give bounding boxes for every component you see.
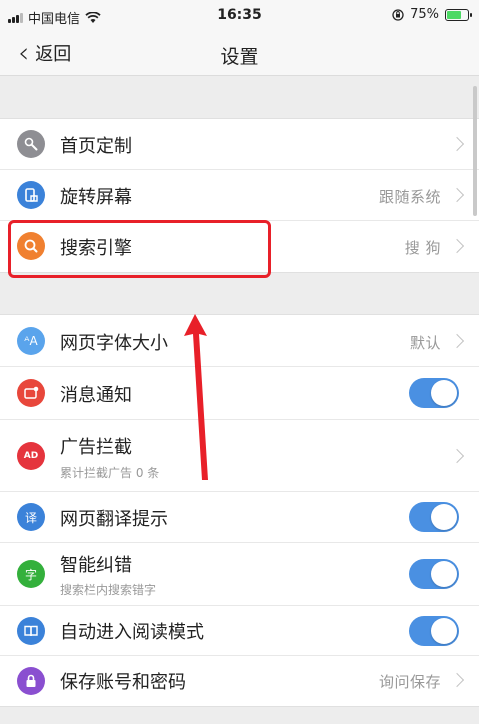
correction-icon: 字: [17, 560, 45, 588]
settings-row-save-password[interactable]: 保存账号和密码 询问保存: [0, 656, 479, 706]
battery-percent: 75%: [410, 7, 439, 22]
chevron-right-icon: [449, 672, 465, 688]
lock-icon: [17, 667, 45, 695]
row-subtitle: 搜索栏内搜索错字: [60, 583, 157, 597]
row-label: 自动进入阅读模式: [60, 622, 204, 643]
status-bar: 中国电信 16:35 75%: [0, 0, 479, 32]
battery-info: 75%: [392, 7, 472, 22]
settings-row-ad-block[interactable]: AD 广告拦截 累计拦截广告 0 条: [0, 420, 479, 492]
chevron-right-icon: [449, 333, 465, 349]
book-icon: [17, 617, 45, 645]
ad-block-icon: AD: [17, 442, 45, 470]
icon-glyph: ᴬA: [24, 334, 38, 348]
row-value: 询问保存: [378, 673, 441, 691]
settings-row-translate[interactable]: 译 网页翻译提示: [0, 492, 479, 543]
translate-icon: 译: [17, 503, 45, 531]
navigation-bar: ‹ 返回 设置: [0, 32, 479, 76]
settings-row-font-size[interactable]: ᴬA 网页字体大小 默认: [0, 315, 479, 367]
chevron-right-icon: [449, 238, 465, 254]
row-label: 智能纠错: [60, 555, 132, 576]
rotate-screen-icon: [17, 181, 45, 209]
wrench-icon: [17, 130, 45, 158]
chevron-right-icon: [449, 187, 465, 203]
reading-mode-toggle[interactable]: [409, 616, 459, 646]
annotation-arrow-icon: [184, 314, 208, 480]
page-title: 设置: [220, 46, 259, 68]
row-value: 跟随系统: [378, 188, 441, 206]
chevron-right-icon: [449, 448, 465, 464]
icon-glyph: AD: [23, 451, 39, 461]
scrollbar[interactable]: [473, 86, 477, 216]
row-label: 保存账号和密码: [60, 672, 186, 693]
settings-row-homepage-custom[interactable]: 首页定制: [0, 119, 479, 170]
font-size-icon: ᴬA: [17, 327, 45, 355]
settings-group-browsing: ᴬA 网页字体大小 默认 消息通知 AD 广告拦截 累计拦截广告 0 条 译 网…: [0, 314, 479, 707]
battery-icon: [445, 8, 472, 21]
notifications-toggle[interactable]: [409, 378, 459, 408]
chevron-right-icon: [449, 136, 465, 152]
highlight-annotation-box: [8, 220, 271, 278]
settings-row-rotate-screen[interactable]: 旋转屏幕 跟随系统: [0, 170, 479, 221]
row-label: 网页字体大小: [60, 333, 168, 354]
row-label: 网页翻译提示: [60, 509, 168, 530]
row-label: 消息通知: [60, 385, 132, 406]
row-label: 首页定制: [60, 136, 132, 157]
row-value: 搜 狗: [404, 239, 441, 257]
settings-row-notifications[interactable]: 消息通知: [0, 367, 479, 420]
row-value: 默认: [409, 334, 441, 352]
row-subtitle: 累计拦截广告 0 条: [60, 466, 160, 480]
translate-toggle[interactable]: [409, 502, 459, 532]
orientation-lock-icon: [392, 8, 404, 21]
spell-correction-toggle[interactable]: [409, 559, 459, 589]
icon-glyph: 译: [24, 510, 37, 525]
row-label: 旋转屏幕: [60, 187, 132, 208]
row-label: 广告拦截: [60, 437, 132, 458]
message-icon: [17, 379, 45, 407]
settings-row-spell-correction[interactable]: 字 智能纠错 搜索栏内搜索错字: [0, 543, 479, 606]
settings-row-reading-mode[interactable]: 自动进入阅读模式: [0, 606, 479, 656]
icon-glyph: 字: [24, 567, 37, 582]
